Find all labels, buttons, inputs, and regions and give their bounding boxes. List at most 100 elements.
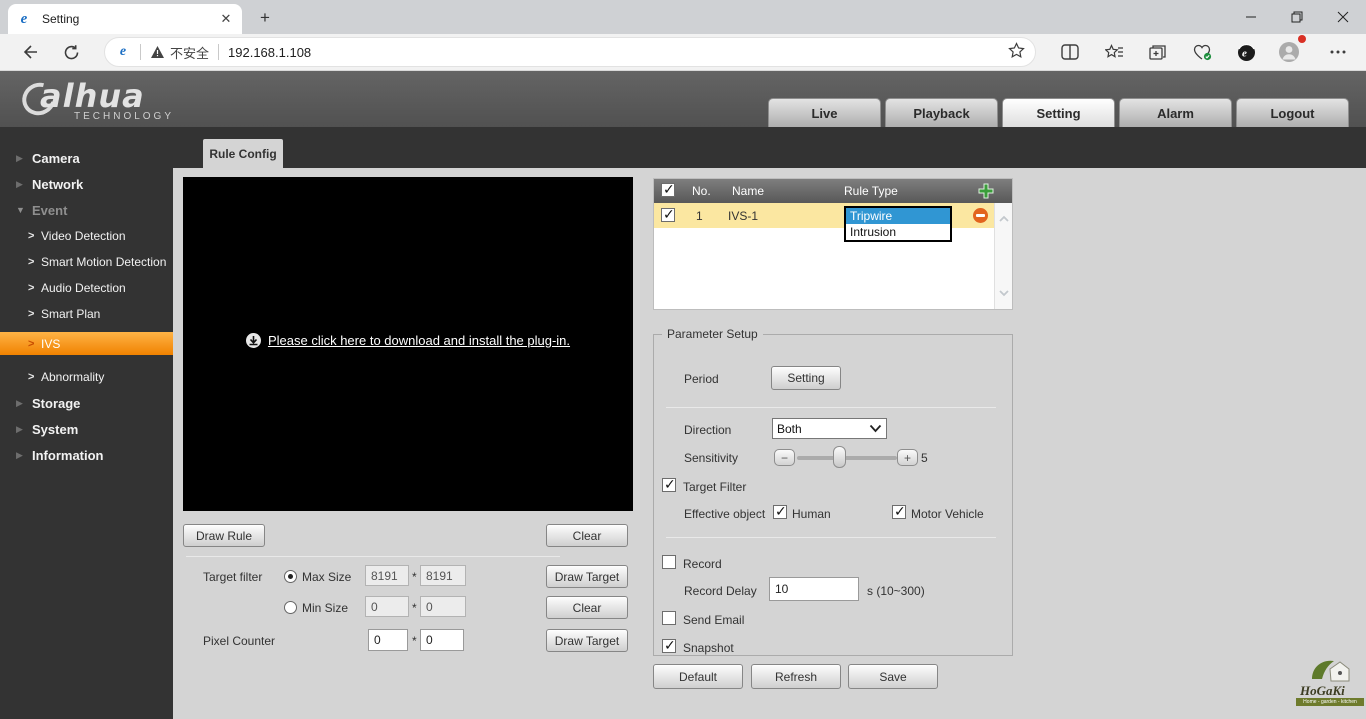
snapshot-checkbox[interactable]	[662, 639, 676, 653]
sidebar-item-audio-detection[interactable]: > Audio Detection	[0, 275, 173, 301]
min-height-input[interactable]	[420, 596, 466, 617]
refresh-button[interactable]: Refresh	[751, 664, 841, 689]
collapsed-arrow-icon: ▶	[16, 424, 32, 435]
delete-rule-icon[interactable]	[973, 208, 988, 223]
tab-close-icon[interactable]: ✕	[218, 11, 234, 27]
col-no: No.	[692, 184, 711, 198]
sensitivity-plus-button[interactable]: +	[897, 449, 918, 466]
rule-row-checkbox[interactable]	[661, 208, 675, 222]
ie-mode-icon[interactable]: e	[1231, 37, 1261, 67]
sidebar-item-ivs[interactable]: > IVS	[0, 332, 173, 355]
nav-playback-button[interactable]: Playback	[885, 98, 998, 127]
minimize-icon[interactable]	[1228, 0, 1274, 34]
draw-pixel-target-button[interactable]: Draw Target	[546, 629, 628, 652]
sidebar-item-camera[interactable]: ▶ Camera	[0, 145, 173, 171]
pixel-counter-label: Pixel Counter	[203, 634, 275, 648]
more-menu-icon[interactable]	[1323, 37, 1353, 67]
sidebar-item-storage[interactable]: ▶ Storage	[0, 390, 173, 416]
sensitivity-slider-track[interactable]	[797, 456, 897, 460]
direction-select[interactable]: Both	[772, 418, 887, 439]
browser-toolbar: e 不安全 192.168.1.108 e	[0, 34, 1366, 71]
sidebar-item-network[interactable]: ▶ Network	[0, 171, 173, 197]
add-rule-icon[interactable]	[978, 183, 994, 199]
rule-no: 1	[696, 209, 703, 223]
plugin-download-link[interactable]: Please click here to download and instal…	[183, 333, 633, 348]
scroll-down-icon[interactable]	[998, 287, 1010, 299]
sidebar-item-abnormality[interactable]: > Abnormality	[0, 364, 173, 390]
nav-live-button[interactable]: Live	[768, 98, 881, 127]
default-button[interactable]: Default	[653, 664, 743, 689]
sidebar-item-smart-motion-detection[interactable]: > Smart Motion Detection	[0, 249, 173, 275]
refresh-icon[interactable]	[56, 37, 86, 67]
url-text: 192.168.1.108	[228, 45, 311, 60]
split-screen-icon[interactable]	[1055, 37, 1085, 67]
nav-logout-button[interactable]: Logout	[1236, 98, 1349, 127]
clear-target-button[interactable]: Clear	[546, 596, 628, 619]
record-delay-label: Record Delay	[684, 584, 757, 598]
hogaki-tagline: Home - garden - kitchen	[1296, 698, 1364, 706]
record-delay-unit: s (10~300)	[867, 584, 925, 598]
favorites-icon[interactable]	[1099, 37, 1129, 67]
tab-rule-config[interactable]: Rule Config	[203, 139, 283, 168]
draw-rule-button[interactable]: Draw Rule	[183, 524, 265, 547]
new-tab-button[interactable]: +	[255, 8, 275, 28]
window-controls	[1228, 0, 1366, 34]
clear-rule-button[interactable]: Clear	[546, 524, 628, 547]
sidebar-item-event[interactable]: ▼ Event	[0, 197, 173, 223]
sidebar-item-system[interactable]: ▶ System	[0, 416, 173, 442]
draw-target-button[interactable]: Draw Target	[546, 565, 628, 588]
period-setting-button[interactable]: Setting	[771, 366, 841, 390]
nav-alarm-button[interactable]: Alarm	[1119, 98, 1232, 127]
pixel-height-input[interactable]	[420, 629, 464, 651]
back-icon[interactable]	[14, 37, 44, 67]
section-divider	[186, 556, 560, 557]
min-size-radio[interactable]	[284, 601, 297, 614]
address-separator	[140, 44, 141, 60]
tab-title: Setting	[42, 12, 218, 26]
group-divider	[666, 537, 996, 538]
send-email-checkbox[interactable]	[662, 611, 676, 625]
dropdown-option-intrusion[interactable]: Intrusion	[846, 224, 950, 240]
ie-site-icon: e	[115, 44, 131, 60]
min-width-input[interactable]	[365, 596, 409, 617]
favorite-star-icon[interactable]	[1008, 42, 1025, 62]
sensitivity-label: Sensitivity	[684, 451, 738, 465]
browser-tab-setting[interactable]: e Setting ✕	[8, 4, 242, 34]
collections-icon[interactable]	[1143, 37, 1173, 67]
sidebar-item-smart-plan[interactable]: > Smart Plan	[0, 301, 173, 327]
parameter-setup-group: Parameter Setup Period Setting Direction…	[653, 327, 1013, 656]
record-delay-input[interactable]	[769, 577, 859, 601]
sidebar-item-video-detection[interactable]: > Video Detection	[0, 223, 173, 249]
record-checkbox[interactable]	[662, 555, 676, 569]
min-size-label: Min Size	[302, 601, 348, 615]
scroll-up-icon[interactable]	[998, 213, 1010, 225]
max-width-input[interactable]	[365, 565, 409, 586]
rules-table: No. Name Rule Type 1 IVS-1 Tripwire Intr…	[653, 178, 1013, 310]
sensitivity-slider-thumb[interactable]	[833, 446, 846, 468]
motor-vehicle-checkbox[interactable]	[892, 505, 906, 519]
max-size-radio[interactable]	[284, 570, 297, 583]
restore-icon[interactable]	[1274, 0, 1320, 34]
rule-name: IVS-1	[728, 209, 758, 223]
save-button[interactable]: Save	[848, 664, 938, 689]
target-filter-label: Target filter	[203, 570, 262, 584]
close-icon[interactable]	[1320, 0, 1366, 34]
not-secure-warning[interactable]: 不安全	[150, 43, 209, 62]
browser-essentials-icon[interactable]	[1187, 37, 1217, 67]
chevron-right-icon: >	[28, 230, 41, 242]
dropdown-option-tripwire[interactable]: Tripwire	[846, 208, 950, 224]
pixel-width-input[interactable]	[368, 629, 408, 651]
profile-avatar[interactable]	[1274, 37, 1304, 67]
address-bar[interactable]: e 不安全 192.168.1.108	[104, 37, 1036, 67]
target-filter-checkbox[interactable]	[662, 478, 676, 492]
human-checkbox[interactable]	[773, 505, 787, 519]
nav-setting-button[interactable]: Setting	[1002, 98, 1115, 127]
record-label: Record	[683, 557, 722, 571]
select-all-checkbox[interactable]	[661, 183, 675, 197]
sensitivity-minus-button[interactable]: −	[774, 449, 795, 466]
max-height-input[interactable]	[420, 565, 466, 586]
max-size-label: Max Size	[302, 570, 351, 584]
sidebar-item-information[interactable]: ▶ Information	[0, 442, 173, 468]
table-scrollbar[interactable]	[994, 203, 1012, 309]
video-preview-panel: Please click here to download and instal…	[183, 177, 633, 511]
